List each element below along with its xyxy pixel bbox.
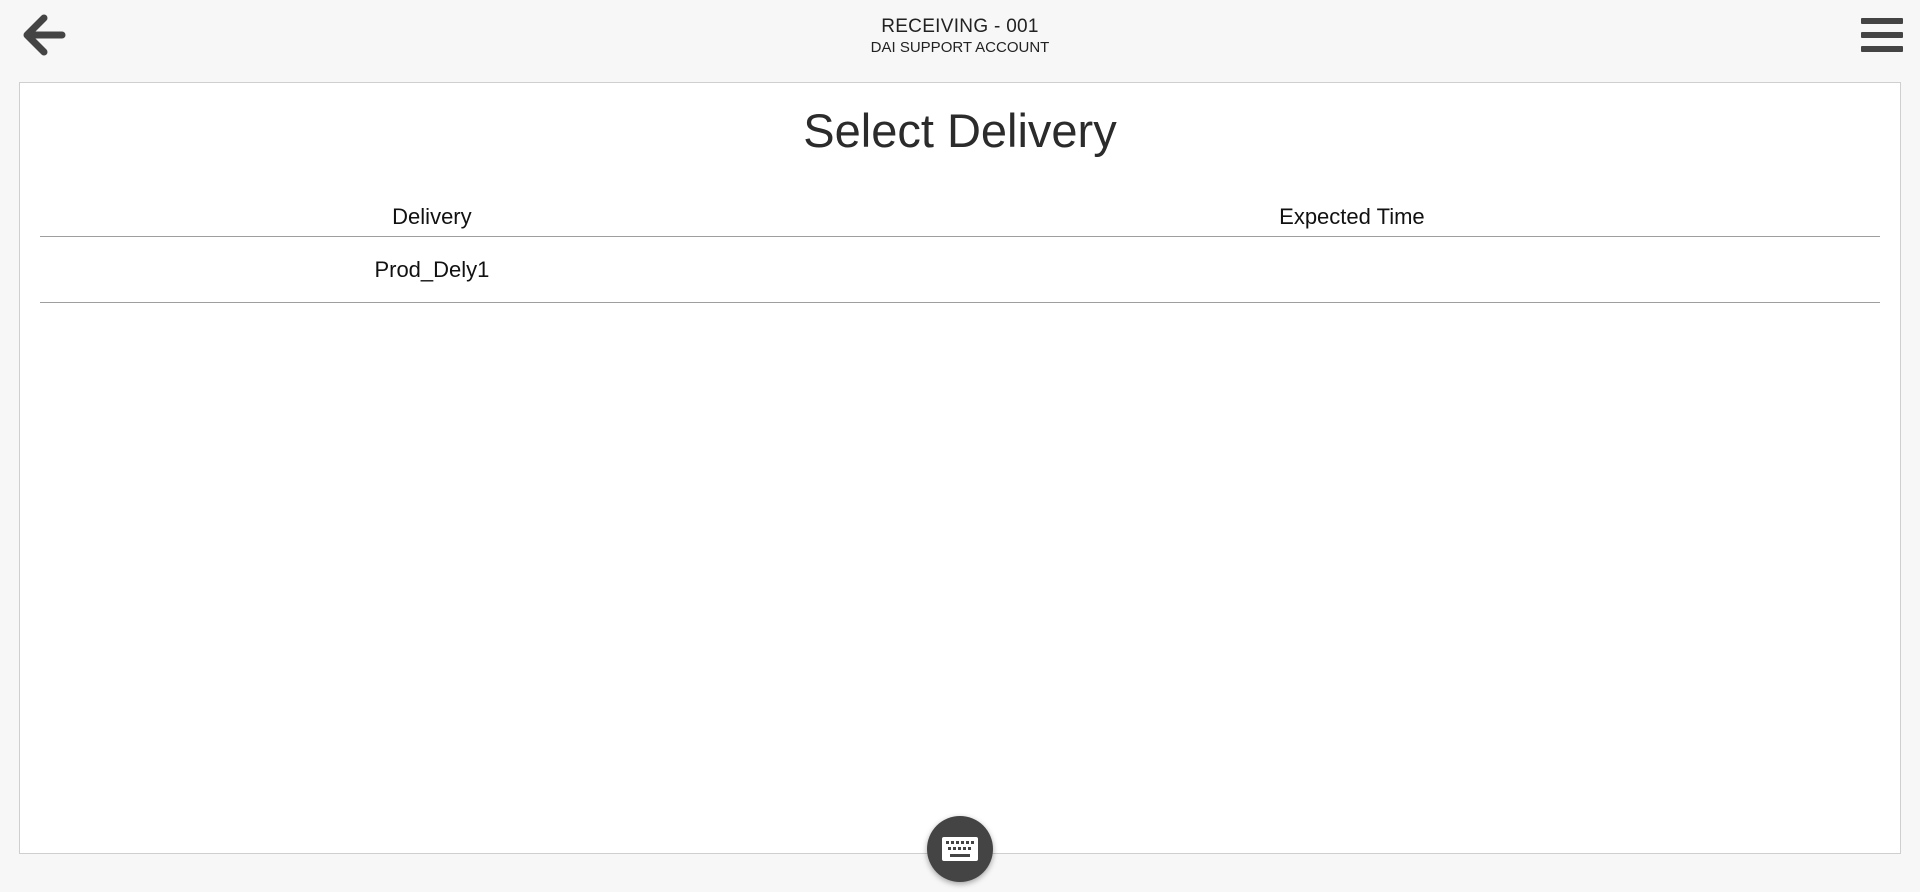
header-subtitle: DAI SUPPORT ACCOUNT [870,39,1050,56]
keyboard-icon [942,837,978,861]
delivery-panel: Select Delivery Delivery Expected Time P… [19,82,1901,854]
keyboard-button[interactable] [927,816,993,882]
table-header: Delivery Expected Time [40,197,1880,237]
delivery-table: Delivery Expected Time Prod_Dely1 [40,197,1880,303]
header-title: RECEIVING - 001 [881,16,1039,37]
table-row[interactable]: Prod_Dely1 [40,237,1880,303]
menu-button[interactable] [1858,12,1906,58]
hamburger-menu-icon [1861,18,1903,52]
cell-delivery: Prod_Dely1 [374,256,490,282]
top-bar: RECEIVING - 001 DAI SUPPORT ACCOUNT [0,0,1920,82]
header-title-block: RECEIVING - 001 DAI SUPPORT ACCOUNT [0,16,1920,58]
column-header-delivery: Delivery [392,203,472,229]
column-header-expected-time: Expected Time [1279,203,1425,229]
page-title: Select Delivery [803,104,1117,157]
